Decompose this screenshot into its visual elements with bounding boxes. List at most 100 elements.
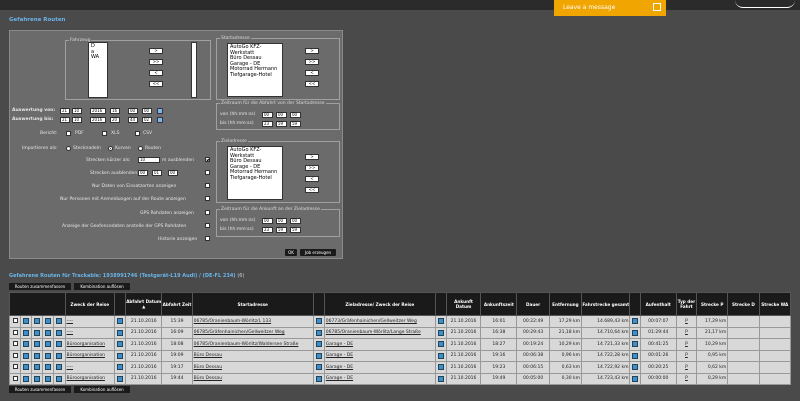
fahrzeug-remove-button[interactable]: < (149, 70, 163, 76)
pin-icon[interactable] (315, 318, 322, 324)
header-strecke-p[interactable]: Strecke P (696, 292, 729, 316)
von-day-input[interactable]: 21 (60, 108, 70, 114)
edit-icon[interactable] (117, 364, 124, 370)
ok-button[interactable]: OK (285, 249, 297, 256)
von-year-input[interactable]: 2016 (90, 108, 106, 114)
typ-cell[interactable]: P (675, 372, 698, 385)
edit-icon[interactable] (56, 375, 63, 382)
zieladresse-cell[interactable]: 06785/Oranienbaum-Wörlitz/Lange Straße (323, 326, 436, 339)
details-icon[interactable] (45, 329, 52, 336)
ausblenden-second-input[interactable]: 00 (168, 170, 178, 176)
calendar-icon[interactable] (157, 108, 163, 114)
header-strecke-wa[interactable]: Strecke WA (758, 292, 792, 316)
pin-icon[interactable] (437, 318, 444, 324)
typ-cell[interactable]: P (675, 326, 698, 339)
map-icon[interactable] (23, 318, 30, 324)
header-entfernung[interactable]: Entfernung (548, 292, 583, 316)
ziel-add-button[interactable]: > (305, 154, 319, 160)
ausblenden-hour-input[interactable]: 00 (138, 170, 148, 176)
map-icon[interactable] (23, 375, 30, 382)
abfahrt-von-second[interactable]: 00 (290, 112, 301, 118)
abfahrt-bis-minute[interactable]: 59 (276, 121, 287, 127)
route-icon[interactable] (34, 375, 41, 382)
edit-icon[interactable] (56, 318, 63, 324)
zieladresse-cell[interactable]: Garage - DE (323, 372, 436, 385)
kombination-aufloesen-button[interactable]: Kombination auflösen (74, 283, 130, 290)
bis-hour-input[interactable]: 20 (110, 117, 120, 123)
pin-icon[interactable] (632, 352, 638, 359)
row-select-checkbox[interactable] (12, 329, 18, 335)
startadresse-cell[interactable]: 06785/Oranienbaum-Wörlitz/L 133 (191, 315, 314, 328)
header-startadresse[interactable]: Startadresse (191, 292, 314, 316)
map-icon[interactable] (23, 341, 30, 347)
zweck-cell[interactable]: ---- (64, 361, 115, 374)
header-typ[interactable]: Typ der Fahrt (675, 292, 698, 316)
header-ankunft-datum[interactable]: Ankunft Datum (445, 292, 482, 316)
route-icon[interactable] (34, 341, 41, 347)
header-fahrstrecke[interactable]: Fahrstrecke gesamt (581, 292, 631, 316)
routen-zusammenfassen-button[interactable]: Routen zusammenfassen (9, 283, 71, 290)
pin-icon[interactable] (632, 375, 638, 382)
fahrzeug-add-button[interactable]: > (149, 48, 163, 54)
row-select-checkbox[interactable] (12, 364, 18, 370)
leave-message-button[interactable]: Leave a message (554, 0, 666, 16)
zieladresse-cell[interactable]: 06773/Gräfenhainichen/Gellweitzer Weg (323, 315, 436, 328)
header-dauer[interactable]: Dauer (516, 292, 550, 316)
von-second-input[interactable]: 00 (142, 108, 152, 114)
zweck-cell[interactable]: ---- (64, 326, 115, 339)
pin-icon[interactable] (315, 375, 322, 382)
edit-icon[interactable] (117, 352, 124, 359)
route-icon[interactable] (34, 318, 41, 324)
zweck-cell[interactable]: Büroorganisation (64, 372, 115, 385)
pin-icon[interactable] (437, 375, 444, 382)
route-icon[interactable] (34, 364, 41, 370)
typ-cell[interactable]: P (675, 349, 698, 362)
routen-zusammenfassen-button-bottom[interactable]: Routen zusammenfassen (9, 386, 71, 393)
header-ankunftszeit[interactable]: Ankunftszeit (480, 292, 518, 316)
bis-minute-input[interactable]: 44 (128, 117, 138, 123)
zieladresse-cell[interactable]: Garage - DE (323, 349, 436, 362)
kurven-radio[interactable] (108, 146, 113, 151)
header-abfahrt-zeit[interactable]: Abfahrt Zeit (161, 292, 193, 316)
bis-year-input[interactable]: 2016 (90, 117, 106, 123)
von-minute-input[interactable]: 00 (128, 108, 138, 114)
pin-icon[interactable] (437, 329, 444, 336)
pin-icon[interactable] (437, 364, 444, 370)
calendar-icon[interactable] (157, 117, 163, 123)
ausblenden-minute-input[interactable]: 01 (152, 170, 162, 176)
ankunft-bis-hour[interactable]: 23 (262, 227, 273, 233)
einsatzorten-checkbox[interactable] (205, 183, 210, 188)
typ-cell[interactable]: P (675, 338, 698, 351)
pin-icon[interactable] (632, 341, 638, 347)
route-icon[interactable] (34, 352, 41, 359)
ankunft-von-second[interactable]: 00 (290, 218, 301, 224)
routen-radio[interactable] (138, 146, 143, 151)
pin-icon[interactable] (437, 341, 444, 347)
ziel-add-all-button[interactable]: >> (305, 165, 319, 171)
details-icon[interactable] (45, 375, 52, 382)
pdf-checkbox[interactable] (66, 131, 71, 136)
fahrzeug-item[interactable]: WA (91, 54, 105, 61)
typ-cell[interactable]: P (675, 361, 698, 374)
ankunft-bis-minute[interactable]: 59 (276, 227, 287, 233)
bis-second-input[interactable]: 02 (142, 117, 152, 123)
row-select-checkbox[interactable] (12, 341, 18, 347)
personen-checkbox[interactable] (205, 196, 210, 201)
details-icon[interactable] (45, 341, 52, 347)
zieladresse-cell[interactable]: Garage - DE (323, 361, 436, 374)
startadresse-cell[interactable]: 06785/Gräfenhainichen/Gellweitzer Weg (191, 326, 314, 339)
bis-month-input[interactable]: 10 (72, 117, 82, 123)
pin-icon[interactable] (632, 318, 638, 324)
gps-checkbox[interactable] (205, 210, 210, 215)
fahrzeug-remove-all-button[interactable]: << (149, 81, 163, 87)
abfahrt-von-hour[interactable]: 00 (262, 112, 273, 118)
header-zieladresse[interactable]: Zieladresse/ Zweck der Reise (323, 292, 436, 316)
abfahrt-bis-second[interactable]: 59 (290, 121, 301, 127)
start-remove-button[interactable]: < (305, 70, 319, 76)
xls-checkbox[interactable] (102, 131, 107, 136)
fahrzeug-add-all-button[interactable]: >> (149, 59, 163, 65)
pin-icon[interactable] (315, 364, 322, 370)
row-select-checkbox[interactable] (12, 318, 18, 324)
edit-icon[interactable] (56, 329, 63, 336)
edit-icon[interactable] (117, 329, 124, 336)
